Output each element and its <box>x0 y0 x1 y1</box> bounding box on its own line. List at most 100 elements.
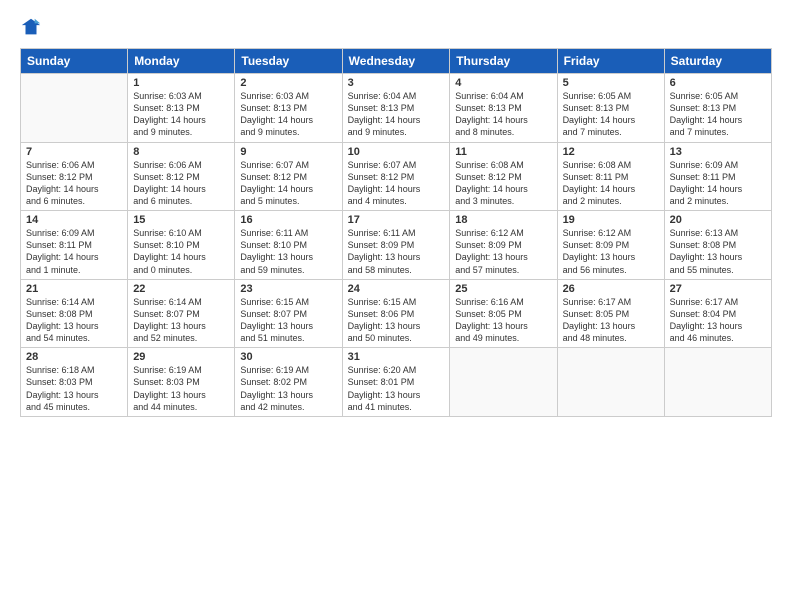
calendar-cell: 12Sunrise: 6:08 AM Sunset: 8:11 PM Dayli… <box>557 142 664 211</box>
header <box>20 16 772 38</box>
day-number: 17 <box>348 214 445 226</box>
day-info: Sunrise: 6:20 AM Sunset: 8:01 PM Dayligh… <box>348 364 445 413</box>
day-number: 31 <box>348 351 445 363</box>
calendar-cell: 28Sunrise: 6:18 AM Sunset: 8:03 PM Dayli… <box>21 348 128 417</box>
day-number: 18 <box>455 214 551 226</box>
day-number: 5 <box>563 77 659 89</box>
calendar-week-1: 1Sunrise: 6:03 AM Sunset: 8:13 PM Daylig… <box>21 74 772 143</box>
calendar-cell: 31Sunrise: 6:20 AM Sunset: 8:01 PM Dayli… <box>342 348 450 417</box>
calendar-week-2: 7Sunrise: 6:06 AM Sunset: 8:12 PM Daylig… <box>21 142 772 211</box>
day-info: Sunrise: 6:17 AM Sunset: 8:04 PM Dayligh… <box>670 296 766 345</box>
day-info: Sunrise: 6:12 AM Sunset: 8:09 PM Dayligh… <box>563 227 659 276</box>
calendar-cell: 19Sunrise: 6:12 AM Sunset: 8:09 PM Dayli… <box>557 211 664 280</box>
calendar-body: 1Sunrise: 6:03 AM Sunset: 8:13 PM Daylig… <box>21 74 772 417</box>
day-info: Sunrise: 6:14 AM Sunset: 8:08 PM Dayligh… <box>26 296 122 345</box>
day-info: Sunrise: 6:05 AM Sunset: 8:13 PM Dayligh… <box>670 90 766 139</box>
calendar-header-wednesday: Wednesday <box>342 49 450 74</box>
day-info: Sunrise: 6:13 AM Sunset: 8:08 PM Dayligh… <box>670 227 766 276</box>
day-info: Sunrise: 6:09 AM Sunset: 8:11 PM Dayligh… <box>670 159 766 208</box>
day-number: 10 <box>348 146 445 158</box>
calendar-cell: 2Sunrise: 6:03 AM Sunset: 8:13 PM Daylig… <box>235 74 342 143</box>
day-info: Sunrise: 6:05 AM Sunset: 8:13 PM Dayligh… <box>563 90 659 139</box>
calendar-cell: 22Sunrise: 6:14 AM Sunset: 8:07 PM Dayli… <box>128 279 235 348</box>
calendar-cell: 15Sunrise: 6:10 AM Sunset: 8:10 PM Dayli… <box>128 211 235 280</box>
day-info: Sunrise: 6:09 AM Sunset: 8:11 PM Dayligh… <box>26 227 122 276</box>
day-info: Sunrise: 6:03 AM Sunset: 8:13 PM Dayligh… <box>240 90 336 139</box>
day-info: Sunrise: 6:03 AM Sunset: 8:13 PM Dayligh… <box>133 90 229 139</box>
day-number: 22 <box>133 283 229 295</box>
calendar-cell: 13Sunrise: 6:09 AM Sunset: 8:11 PM Dayli… <box>664 142 771 211</box>
day-number: 8 <box>133 146 229 158</box>
day-info: Sunrise: 6:15 AM Sunset: 8:06 PM Dayligh… <box>348 296 445 345</box>
day-number: 1 <box>133 77 229 89</box>
calendar-cell <box>664 348 771 417</box>
day-number: 11 <box>455 146 551 158</box>
calendar-header-saturday: Saturday <box>664 49 771 74</box>
calendar-cell: 10Sunrise: 6:07 AM Sunset: 8:12 PM Dayli… <box>342 142 450 211</box>
calendar-cell: 29Sunrise: 6:19 AM Sunset: 8:03 PM Dayli… <box>128 348 235 417</box>
day-info: Sunrise: 6:15 AM Sunset: 8:07 PM Dayligh… <box>240 296 336 345</box>
calendar-cell: 23Sunrise: 6:15 AM Sunset: 8:07 PM Dayli… <box>235 279 342 348</box>
calendar-cell: 14Sunrise: 6:09 AM Sunset: 8:11 PM Dayli… <box>21 211 128 280</box>
day-info: Sunrise: 6:06 AM Sunset: 8:12 PM Dayligh… <box>133 159 229 208</box>
day-info: Sunrise: 6:07 AM Sunset: 8:12 PM Dayligh… <box>240 159 336 208</box>
calendar-cell: 3Sunrise: 6:04 AM Sunset: 8:13 PM Daylig… <box>342 74 450 143</box>
calendar-cell: 5Sunrise: 6:05 AM Sunset: 8:13 PM Daylig… <box>557 74 664 143</box>
day-number: 19 <box>563 214 659 226</box>
day-number: 9 <box>240 146 336 158</box>
day-info: Sunrise: 6:08 AM Sunset: 8:11 PM Dayligh… <box>563 159 659 208</box>
logo <box>20 16 46 38</box>
day-number: 4 <box>455 77 551 89</box>
day-info: Sunrise: 6:08 AM Sunset: 8:12 PM Dayligh… <box>455 159 551 208</box>
calendar-header-friday: Friday <box>557 49 664 74</box>
calendar-cell: 16Sunrise: 6:11 AM Sunset: 8:10 PM Dayli… <box>235 211 342 280</box>
calendar-cell: 21Sunrise: 6:14 AM Sunset: 8:08 PM Dayli… <box>21 279 128 348</box>
day-info: Sunrise: 6:11 AM Sunset: 8:09 PM Dayligh… <box>348 227 445 276</box>
day-number: 13 <box>670 146 766 158</box>
calendar-week-3: 14Sunrise: 6:09 AM Sunset: 8:11 PM Dayli… <box>21 211 772 280</box>
day-info: Sunrise: 6:14 AM Sunset: 8:07 PM Dayligh… <box>133 296 229 345</box>
day-number: 27 <box>670 283 766 295</box>
calendar-week-4: 21Sunrise: 6:14 AM Sunset: 8:08 PM Dayli… <box>21 279 772 348</box>
day-info: Sunrise: 6:11 AM Sunset: 8:10 PM Dayligh… <box>240 227 336 276</box>
day-number: 12 <box>563 146 659 158</box>
calendar-cell: 7Sunrise: 6:06 AM Sunset: 8:12 PM Daylig… <box>21 142 128 211</box>
day-number: 25 <box>455 283 551 295</box>
day-info: Sunrise: 6:10 AM Sunset: 8:10 PM Dayligh… <box>133 227 229 276</box>
day-number: 14 <box>26 214 122 226</box>
day-number: 29 <box>133 351 229 363</box>
calendar-cell: 30Sunrise: 6:19 AM Sunset: 8:02 PM Dayli… <box>235 348 342 417</box>
day-number: 15 <box>133 214 229 226</box>
day-number: 26 <box>563 283 659 295</box>
calendar-header-sunday: Sunday <box>21 49 128 74</box>
calendar-cell <box>21 74 128 143</box>
calendar-cell: 17Sunrise: 6:11 AM Sunset: 8:09 PM Dayli… <box>342 211 450 280</box>
logo-icon <box>20 16 42 38</box>
calendar-cell: 24Sunrise: 6:15 AM Sunset: 8:06 PM Dayli… <box>342 279 450 348</box>
calendar-cell <box>557 348 664 417</box>
day-number: 24 <box>348 283 445 295</box>
day-info: Sunrise: 6:19 AM Sunset: 8:02 PM Dayligh… <box>240 364 336 413</box>
day-number: 30 <box>240 351 336 363</box>
day-number: 21 <box>26 283 122 295</box>
calendar-cell: 25Sunrise: 6:16 AM Sunset: 8:05 PM Dayli… <box>450 279 557 348</box>
day-info: Sunrise: 6:06 AM Sunset: 8:12 PM Dayligh… <box>26 159 122 208</box>
calendar-cell <box>450 348 557 417</box>
day-info: Sunrise: 6:16 AM Sunset: 8:05 PM Dayligh… <box>455 296 551 345</box>
calendar-cell: 4Sunrise: 6:04 AM Sunset: 8:13 PM Daylig… <box>450 74 557 143</box>
day-info: Sunrise: 6:19 AM Sunset: 8:03 PM Dayligh… <box>133 364 229 413</box>
calendar-cell: 6Sunrise: 6:05 AM Sunset: 8:13 PM Daylig… <box>664 74 771 143</box>
day-info: Sunrise: 6:07 AM Sunset: 8:12 PM Dayligh… <box>348 159 445 208</box>
calendar-cell: 1Sunrise: 6:03 AM Sunset: 8:13 PM Daylig… <box>128 74 235 143</box>
calendar-header-thursday: Thursday <box>450 49 557 74</box>
calendar-header-monday: Monday <box>128 49 235 74</box>
day-number: 2 <box>240 77 336 89</box>
calendar-cell: 27Sunrise: 6:17 AM Sunset: 8:04 PM Dayli… <box>664 279 771 348</box>
day-number: 7 <box>26 146 122 158</box>
calendar-cell: 11Sunrise: 6:08 AM Sunset: 8:12 PM Dayli… <box>450 142 557 211</box>
calendar-table: SundayMondayTuesdayWednesdayThursdayFrid… <box>20 48 772 417</box>
day-number: 3 <box>348 77 445 89</box>
calendar-cell: 18Sunrise: 6:12 AM Sunset: 8:09 PM Dayli… <box>450 211 557 280</box>
day-number: 20 <box>670 214 766 226</box>
day-info: Sunrise: 6:12 AM Sunset: 8:09 PM Dayligh… <box>455 227 551 276</box>
